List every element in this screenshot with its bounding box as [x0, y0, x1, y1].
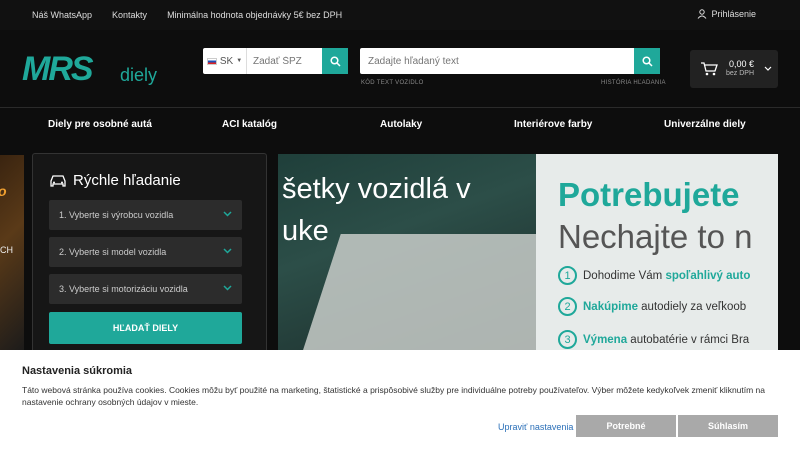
logo[interactable]: MRS diely	[22, 50, 162, 90]
nav-universal-parts[interactable]: Univerzálne diely	[664, 119, 746, 130]
manufacturer-select-label: 1. Vyberte si výrobcu vozidla	[59, 210, 174, 220]
hero-bullet: 2 Nakúpime autodiely za veľkoob	[558, 297, 746, 316]
top-bar: Náš WhatsApp Kontakty Minimálna hodnota …	[0, 0, 800, 30]
bullet-number: 2	[558, 297, 577, 316]
chevron-down-icon	[764, 66, 772, 71]
hero-heading-line-2: uke	[282, 215, 329, 247]
hero-banner[interactable]: šetky vozidlá v uke Potrebujete Nechajte…	[278, 154, 778, 354]
country-select[interactable]: SK ▼	[203, 48, 247, 74]
logo-sub: diely	[120, 65, 158, 85]
cookie-text: Táto webová stránka používa cookies. Coo…	[22, 385, 766, 407]
bullet-text: Dohodime Vám spoľahlivý auto	[583, 269, 751, 282]
find-parts-button[interactable]: HĽADAŤ DIELY	[49, 312, 242, 344]
header: MRS diely SK ▼ KÓD TEXT VOZIDLO HISTÓRIA…	[0, 30, 800, 108]
login-link[interactable]: Prihlásenie	[697, 9, 756, 19]
chevron-down-icon	[223, 211, 232, 217]
plate-search-button[interactable]	[322, 48, 348, 74]
bullet-number: 1	[558, 266, 577, 285]
search-hint: KÓD TEXT VOZIDLO	[361, 80, 424, 86]
top-links: Náš WhatsApp Kontakty Minimálna hodnota …	[32, 10, 342, 20]
caret-down-icon: ▼	[236, 58, 243, 64]
hero-heading: šetky vozidlá v uke	[282, 168, 471, 252]
user-icon	[698, 9, 707, 19]
hero-heading-line-1: šetky vozidlá v	[282, 173, 471, 205]
cart-icon	[701, 62, 718, 76]
min-order-note: Minimálna hodnota objednávky 5€ bez DPH	[167, 10, 343, 20]
hero-promo-title: Potrebujete	[558, 176, 740, 213]
text-search	[360, 48, 660, 74]
engine-select-label: 3. Vyberte si motorizáciu vozidla	[59, 284, 188, 294]
manufacturer-select[interactable]: 1. Vyberte si výrobcu vozidla	[49, 200, 242, 230]
nav-car-paints[interactable]: Autolaky	[380, 119, 422, 130]
cart-vat-note: bez DPH	[726, 70, 755, 77]
cookie-settings-link[interactable]: Upraviť nastavenia	[498, 422, 573, 432]
plate-search: SK ▼	[203, 48, 348, 74]
side-banner-text: o	[0, 183, 7, 199]
cookie-title: Nastavenia súkromia	[22, 365, 133, 377]
quick-search-title: Rýchle hľadanie	[73, 172, 181, 189]
hero-promo-subtitle: Nechajte to n	[558, 218, 753, 255]
whatsapp-link[interactable]: Náš WhatsApp	[32, 10, 92, 20]
bullet-text: Výmena autobatérie v rámci Bra	[583, 333, 750, 346]
chevron-down-icon	[223, 248, 232, 254]
search-history-link[interactable]: HISTÓRIA HĽADANIA	[601, 80, 666, 86]
model-select[interactable]: 2. Vyberte si model vozidla	[49, 237, 242, 267]
cookie-accept-button[interactable]: Súhlasím	[678, 415, 778, 437]
car-icon	[50, 175, 66, 187]
cookie-necessary-button[interactable]: Potrebné	[576, 415, 676, 437]
login-label: Prihlásenie	[711, 9, 756, 19]
model-select-label: 2. Vyberte si model vozidla	[59, 247, 167, 257]
side-banner-text-2: CH	[0, 245, 13, 255]
logo-main: MRS	[22, 50, 94, 88]
contacts-link[interactable]: Kontakty	[112, 10, 147, 20]
main-nav: Diely pre osobné autá ACI katalóg Autola…	[0, 108, 800, 142]
search-icon	[329, 55, 341, 67]
slovak-flag-icon	[206, 57, 217, 65]
hero-bullet: 3 Výmena autobatérie v rámci Bra	[558, 330, 749, 349]
engine-select[interactable]: 3. Vyberte si motorizáciu vozidla	[49, 274, 242, 304]
cart-button[interactable]: 0,00 € bez DPH	[690, 50, 778, 88]
search-button[interactable]	[634, 48, 660, 74]
chevron-down-icon	[223, 285, 232, 291]
nav-car-parts[interactable]: Diely pre osobné autá	[48, 119, 152, 130]
country-code: SK	[219, 55, 234, 67]
hero-bullet: 1 Dohodime Vám spoľahlivý auto	[558, 266, 750, 285]
cart-price: 0,00 €	[728, 59, 755, 69]
bullet-text: Nakúpime autodiely za veľkoob	[583, 300, 747, 313]
cart-total: 0,00 € bez DPH	[726, 59, 754, 79]
plate-input[interactable]	[247, 49, 322, 73]
side-promo-banner[interactable]: o CH	[0, 155, 24, 355]
nav-aci-catalog[interactable]: ACI katalóg	[222, 119, 277, 130]
bullet-number: 3	[558, 330, 577, 349]
search-icon	[641, 55, 653, 67]
nav-interior-colors[interactable]: Interiérove farby	[514, 119, 592, 130]
quick-search-panel: Rýchle hľadanie 1. Vyberte si výrobcu vo…	[32, 153, 267, 353]
search-input[interactable]	[360, 48, 634, 74]
cookie-consent-bar: Nastavenia súkromia Táto webová stránka …	[0, 350, 800, 450]
